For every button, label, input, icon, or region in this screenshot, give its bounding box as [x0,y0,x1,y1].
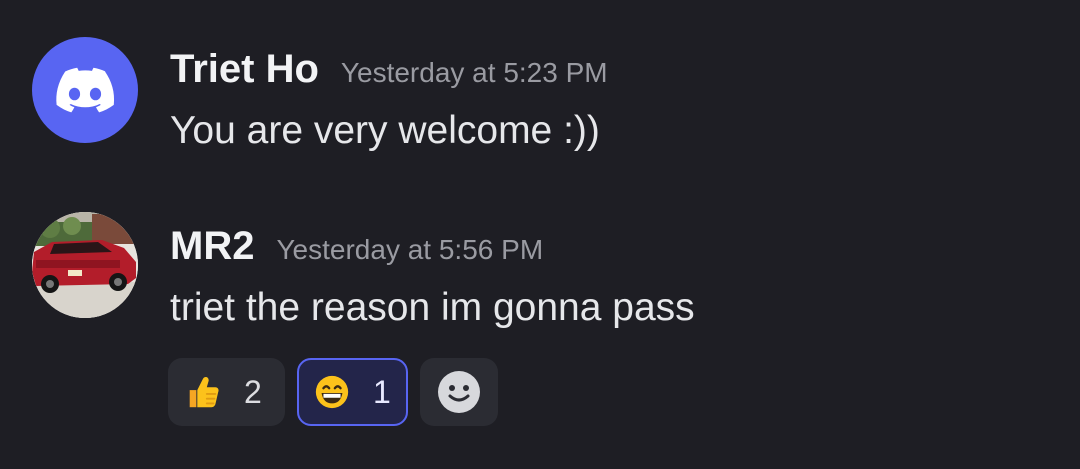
add-reaction-button[interactable] [420,358,498,426]
grinning-face-icon [313,373,351,411]
chat-view: Triet Ho Yesterday at 5:23 PM You are ver… [0,0,1080,469]
message-header: MR2 Yesterday at 5:56 PM [170,224,543,269]
discord-logo-icon [56,67,115,113]
username[interactable]: Triet Ho [170,47,319,91]
reaction-grinning-face[interactable]: 1 [297,358,408,426]
message-text: triet the reason im gonna pass [170,286,695,329]
reaction-count: 1 [373,373,391,410]
avatar[interactable] [32,37,138,143]
username[interactable]: MR2 [170,224,254,268]
reactions-bar: 2 1 [168,358,498,426]
message-text: You are very welcome :)) [170,109,600,152]
timestamp: Yesterday at 5:56 PM [276,234,544,265]
reaction-count: 2 [244,373,262,410]
reaction-thumbs-up[interactable]: 2 [168,358,285,426]
timestamp: Yesterday at 5:23 PM [340,57,608,88]
avatar[interactable] [32,212,138,318]
smiley-add-reaction-icon [438,371,480,413]
thumbs-up-icon [184,373,222,411]
message-header: Triet Ho Yesterday at 5:23 PM [170,47,608,92]
red-car-photo [32,212,138,318]
